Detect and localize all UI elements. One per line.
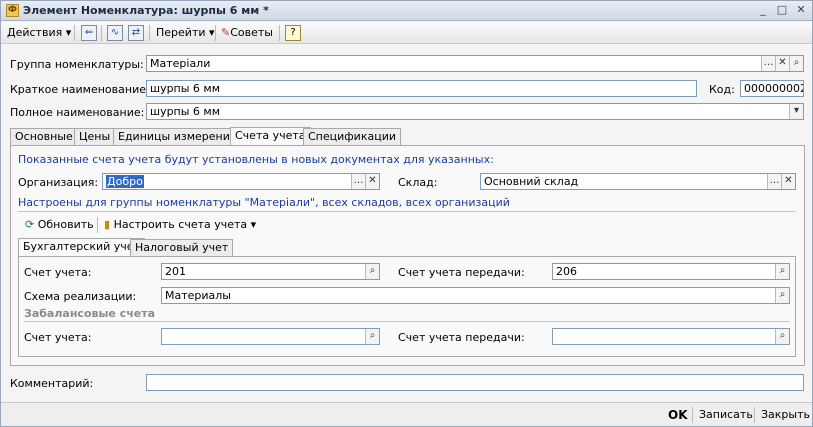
warehouse-field[interactable]: Основний склад … ✕ [480,173,796,190]
footer-separator [754,407,755,423]
refresh-arrows-icon[interactable]: ⇄ [128,25,144,41]
accounts-info-text: Показанные счета учета будут установлены… [18,153,494,166]
tab-tax[interactable]: Налоговый учет [130,239,234,256]
offbalance-account-label: Счет учета: [24,331,92,344]
short-name-field[interactable]: шурпы 6 мм [146,80,697,97]
toolbar-separator [215,25,216,41]
save-button[interactable]: Записать [699,407,753,423]
toolbar-separator [279,25,280,41]
group-field[interactable]: Матеріали … ✕ ⌕ [146,55,804,72]
close-icon[interactable]: ✕ [792,3,810,18]
tab-accounting[interactable]: Бухгалтерский учет [18,238,145,256]
warehouse-label: Склад: [398,176,438,189]
search-icon[interactable]: ⌕ [365,264,379,279]
sales-scheme-field[interactable]: Материалы ⌕ [161,287,790,304]
account-label: Счет учета: [24,266,92,279]
offbalance-heading: Забалансовые счета [24,307,156,320]
books-icon: ▮ [104,218,111,231]
comment-label: Комментарий: [10,377,94,390]
search-icon[interactable]: ⌕ [775,264,789,279]
tips-icon: ✎ [221,26,231,39]
footer-separator [692,407,693,423]
code-label: Код: [709,83,735,96]
organization-field[interactable]: Добро … ✕ [102,173,380,190]
full-name-label: Полное наименование: [10,106,145,119]
transfer-account-label: Счет учета передачи: [398,266,525,279]
goto-menu[interactable]: Перейти ▾ [156,25,215,42]
toolbar-separator [97,217,98,233]
tab-main[interactable]: Основные [10,128,78,145]
account-field[interactable]: 201 ⌕ [161,263,380,280]
divider [24,321,790,322]
actions-menu[interactable]: Действия ▾ [7,25,71,42]
maximize-icon[interactable]: □ [773,3,791,18]
search-icon[interactable]: ⌕ [775,329,789,344]
offbalance-account-field[interactable]: ⌕ [161,328,380,345]
search-icon[interactable]: ⌕ [365,329,379,344]
clear-icon[interactable]: ✕ [781,174,795,189]
toolbar-separator [101,25,102,41]
organization-label: Организация: [18,176,99,189]
comment-field[interactable] [146,374,804,391]
help-icon[interactable]: ? [285,25,301,41]
divider [18,211,796,212]
refresh-icon: ⟳ [25,218,35,231]
ok-button[interactable]: OK [668,407,688,423]
window-title: Элемент Номенклатура: шурпы 6 мм * [23,4,269,17]
configure-accounts-menu[interactable]: ▮ Настроить счета учета ▾ [104,218,256,231]
clear-icon[interactable]: ✕ [775,56,789,71]
toolbar-separator [149,25,150,41]
code-field[interactable]: 000000002 [740,80,804,97]
short-name-label: Краткое наименование: [10,83,150,96]
close-button[interactable]: Закрыть [761,407,810,423]
footer-bar: OK Записать Закрыть [1,402,812,426]
form-window: Ф Элемент Номенклатура: шурпы 6 мм * _ □… [0,0,813,427]
search-icon[interactable]: ⌕ [789,56,803,71]
offbalance-transfer-field[interactable]: ⌕ [552,328,790,345]
full-name-field[interactable]: шурпы 6 мм ▾ [146,103,804,120]
clear-icon[interactable]: ✕ [365,174,379,189]
offbalance-transfer-label: Счет учета передачи: [398,331,525,344]
document-icon[interactable]: ∿ [107,25,123,41]
group-label: Группа номенклатуры: [10,58,144,71]
ellipsis-icon[interactable]: … [767,174,781,189]
search-icon[interactable]: ⌕ [775,288,789,303]
refresh-button[interactable]: ⟳ Обновить [25,218,94,231]
ellipsis-icon[interactable]: … [761,56,775,71]
dropdown-arrow-icon[interactable]: ▾ [789,104,803,119]
sales-scheme-label: Схема реализации: [24,290,137,303]
settings-caption: Настроены для группы номенклатуры "Матер… [18,196,510,209]
app-icon: Ф [6,4,19,17]
ellipsis-icon[interactable]: … [351,174,365,189]
tab-units[interactable]: Единицы измерения [113,128,242,145]
title-bar: Ф Элемент Номенклатура: шурпы 6 мм * _ □… [1,1,812,21]
toolbar: Действия ▾ ⇐ ∿ ⇄ Перейти ▾ ✎Советы ? [1,22,812,44]
tab-specifications[interactable]: Спецификации [303,128,401,145]
tips-button[interactable]: ✎Советы [221,25,273,42]
back-arrow-icon[interactable]: ⇐ [81,25,97,41]
transfer-account-field[interactable]: 206 ⌕ [552,263,790,280]
minimize-icon[interactable]: _ [754,3,772,18]
tab-prices[interactable]: Цены [74,128,116,145]
toolbar-separator [74,25,75,41]
tab-accounts[interactable]: Счета учета [230,127,311,145]
